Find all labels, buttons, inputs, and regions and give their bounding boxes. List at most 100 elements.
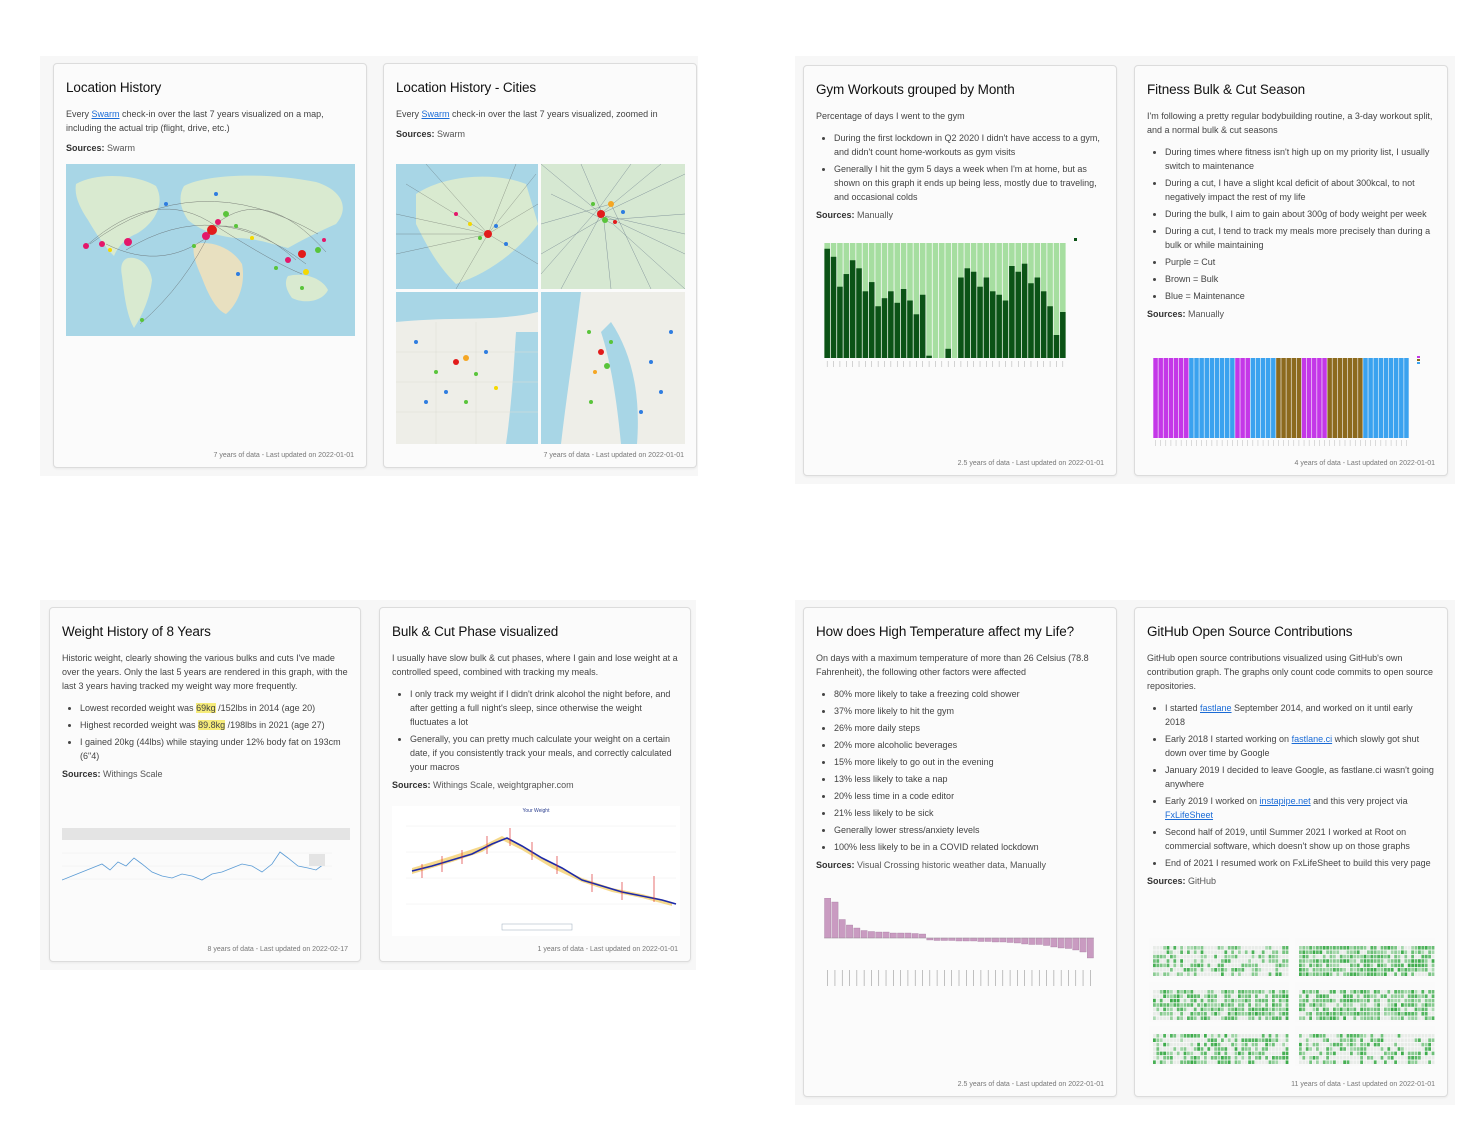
contribution-cell: [1428, 1060, 1431, 1064]
contribution-cell: [1173, 946, 1177, 950]
contribution-cell: [1207, 990, 1211, 994]
contribution-cell: [1275, 950, 1279, 954]
contribution-cell: [1180, 1038, 1183, 1042]
contribution-cell: [1227, 1047, 1231, 1051]
contribution-cell: [1261, 1007, 1265, 1012]
contribution-cell: [1255, 1051, 1258, 1056]
contribution-cell: [1261, 946, 1265, 950]
contribution-cell: [1224, 1047, 1228, 1051]
contribution-cell: [1346, 950, 1350, 954]
contribution-cell: [1207, 1034, 1211, 1038]
contribution-cell: [1394, 959, 1397, 963]
swarm-link[interactable]: Swarm: [422, 109, 450, 119]
contribution-cell: [1322, 994, 1326, 998]
contribution-cell: [1217, 998, 1221, 1003]
contribution-cell: [1190, 1003, 1194, 1007]
contribution-cell: [1333, 1012, 1336, 1016]
contribution-cell: [1153, 1012, 1156, 1016]
contribution-cell: [1336, 946, 1340, 950]
contribution-cell: [1166, 1003, 1170, 1007]
contribution-cell: [1268, 1003, 1272, 1007]
contribution-cell: [1210, 950, 1214, 954]
contribution-cell: [1180, 1060, 1183, 1064]
contribution-cell: [1367, 990, 1370, 994]
contribution-cell: [1367, 1051, 1370, 1056]
contribution-cell: [1431, 1060, 1435, 1064]
contribution-cell: [1305, 1007, 1309, 1012]
contribution-cell: [1166, 1038, 1170, 1042]
contribution-cell: [1193, 998, 1197, 1003]
contribution-cell: [1363, 1007, 1367, 1012]
github-contribution-graphs: [1149, 938, 1435, 1066]
contribution-cell: [1278, 950, 1282, 954]
contribution-cell: [1384, 1038, 1387, 1042]
contribution-cell: [1363, 1051, 1367, 1056]
contribution-cell: [1356, 959, 1360, 963]
contribution-cell: [1258, 1003, 1262, 1007]
contribution-cell: [1176, 1038, 1180, 1042]
contribution-cell: [1170, 1038, 1173, 1042]
contribution-cell: [1421, 954, 1425, 959]
fastlane-link[interactable]: fastlane: [1200, 703, 1232, 713]
contribution-cell: [1316, 994, 1319, 998]
contribution-cell: [1394, 1003, 1397, 1007]
contribution-cell: [1299, 1042, 1302, 1047]
contribution-cell: [1183, 1060, 1187, 1064]
contribution-cell: [1333, 1056, 1336, 1060]
contribution-cell: [1187, 946, 1190, 950]
contribution-cell: [1170, 972, 1173, 976]
contribution-cell: [1173, 1012, 1177, 1016]
contribution-cell: [1241, 946, 1245, 950]
sources-value: Manually: [857, 210, 894, 220]
gym-bar: [1015, 271, 1022, 358]
contribution-cell: [1343, 1056, 1346, 1060]
contribution-cell: [1231, 968, 1234, 972]
contribution-cell: [1404, 1047, 1408, 1051]
contribution-cell: [1329, 1034, 1333, 1038]
contribution-cell: [1319, 1056, 1323, 1060]
contribution-cell: [1312, 1056, 1316, 1060]
contribution-cell: [1360, 1060, 1363, 1064]
gym-chart: [824, 238, 1077, 367]
contribution-cell: [1248, 1016, 1251, 1020]
instapipe-link[interactable]: instapipe.net: [1260, 796, 1311, 806]
season-bar: [1204, 358, 1210, 438]
list-item: During a cut, I tend to track my meals m…: [1165, 224, 1435, 252]
temperature-bar: [904, 932, 912, 939]
contribution-cell: [1421, 994, 1425, 998]
contribution-cell: [1377, 1056, 1380, 1060]
contribution-cell: [1418, 1056, 1421, 1060]
list-item: January 2019 I decided to leave Google, …: [1165, 763, 1435, 791]
contribution-cell: [1424, 963, 1428, 968]
contribution-cell: [1251, 1007, 1255, 1012]
contribution-cell: [1153, 1047, 1156, 1051]
contribution-cell: [1404, 1012, 1408, 1016]
contribution-cell: [1319, 1051, 1323, 1056]
temperature-bar: [831, 901, 839, 939]
swarm-link[interactable]: Swarm: [92, 109, 120, 119]
contribution-cell: [1190, 990, 1194, 994]
contribution-cell: [1197, 1016, 1200, 1020]
contribution-cell: [1397, 1060, 1401, 1064]
contribution-cell: [1387, 1007, 1391, 1012]
fxlifesheet-link[interactable]: FxLifeSheet: [1165, 810, 1213, 820]
contribution-cell: [1261, 1060, 1265, 1064]
contribution-cell: [1170, 994, 1173, 998]
contribution-cell: [1227, 994, 1231, 998]
contribution-cell: [1204, 1060, 1207, 1064]
contribution-cell: [1350, 1003, 1353, 1007]
contribution-cell: [1312, 1042, 1316, 1047]
contribution-cell: [1197, 1038, 1200, 1042]
contribution-cell: [1204, 998, 1207, 1003]
contribution-cell: [1418, 946, 1421, 950]
contribution-cell: [1353, 972, 1357, 976]
list-item: End of 2021 I resumed work on FxLifeShee…: [1165, 856, 1435, 870]
contribution-cell: [1275, 1056, 1279, 1060]
fastlane-ci-link[interactable]: fastlane.ci: [1292, 734, 1333, 744]
season-chart: [1153, 356, 1420, 446]
sources: Sources: Swarm: [396, 129, 684, 139]
contribution-cell: [1339, 959, 1343, 963]
contribution-cell: [1350, 968, 1353, 972]
contribution-cell: [1221, 963, 1224, 968]
contribution-cell: [1407, 950, 1411, 954]
